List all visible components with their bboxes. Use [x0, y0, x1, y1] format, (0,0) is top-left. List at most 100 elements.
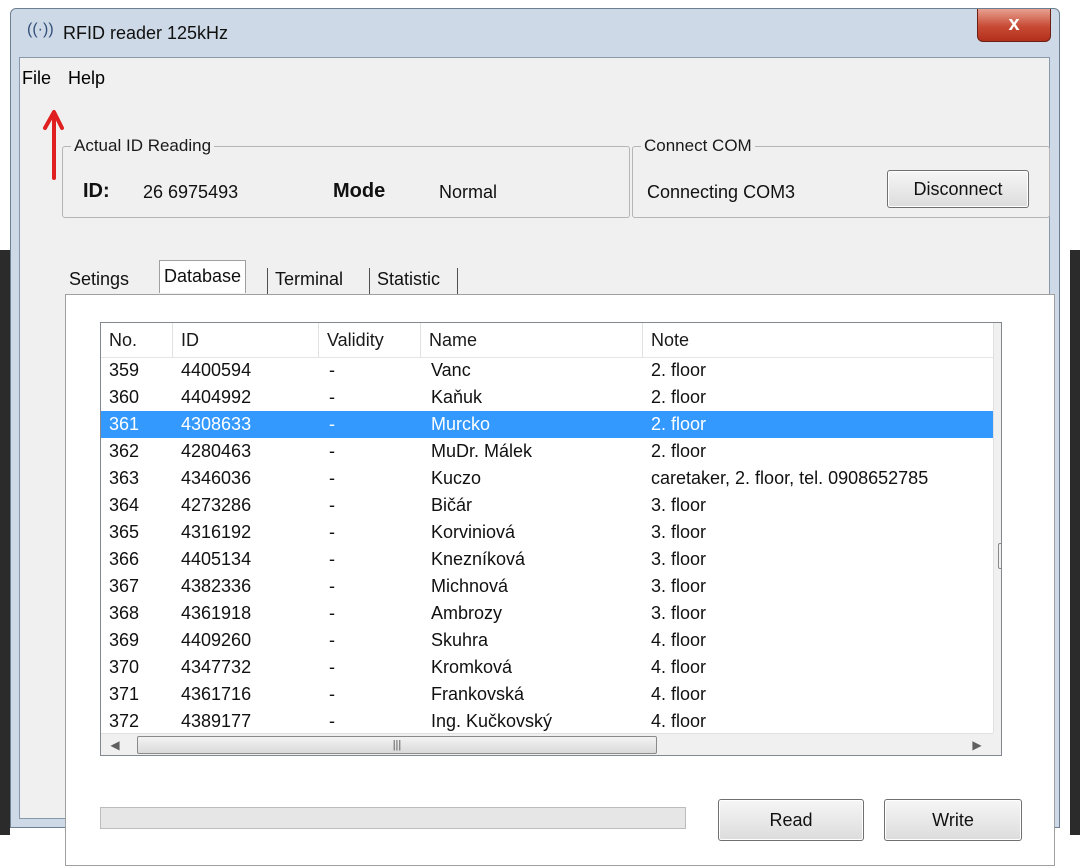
database-list[interactable]: No. ID Validity Name Note 359 4400594 - Van… — [100, 322, 1002, 756]
column-header-validity[interactable]: Validity — [319, 323, 421, 357]
scroll-left-icon[interactable]: ◀ — [105, 735, 125, 755]
column-header-id[interactable]: ID — [173, 323, 319, 357]
database-tab-panel: No. ID Validity Name Note 359 4400594 - Van… — [65, 294, 1055, 866]
cell-name: Michnová — [431, 576, 509, 596]
menu-help[interactable]: Help — [68, 68, 105, 89]
tab-setings[interactable]: Setings — [65, 266, 133, 292]
table-row[interactable]: 360 4404992 - Kaňuk 2. floor — [101, 384, 993, 411]
cell-note: 2. floor — [651, 441, 707, 461]
cell-no: 359 — [109, 360, 140, 380]
cell-name: Kaňuk — [431, 387, 483, 407]
cell-validity: - — [329, 495, 335, 515]
vertical-scroll-thumb[interactable] — [998, 543, 1001, 569]
tab-separator — [457, 268, 458, 294]
cell-validity: - — [329, 711, 335, 731]
com-status: Connecting COM3 — [647, 182, 796, 202]
cell-validity: - — [329, 684, 335, 704]
table-row[interactable]: 372 4389177 - Ing. Kučkovský 4. floor — [101, 708, 993, 735]
cell-validity: - — [329, 657, 335, 677]
cell-no: 366 — [109, 549, 140, 569]
column-header-note[interactable]: Note — [643, 323, 993, 357]
cell-name: Frankovská — [431, 684, 525, 704]
cell-name: Ambrozy — [431, 603, 503, 623]
table-row[interactable]: 371 4361716 - Frankovská 4. floor — [101, 681, 993, 708]
cell-note: 3. floor — [651, 576, 707, 596]
horizontal-scroll-thumb[interactable]: ||| — [137, 736, 657, 754]
column-header-no[interactable]: No. — [101, 323, 173, 357]
cell-validity: - — [329, 414, 335, 434]
tab-terminal[interactable]: Terminal — [271, 266, 347, 292]
window-title: RFID reader 125kHz — [63, 23, 229, 43]
cell-name: Korviniová — [431, 522, 516, 542]
table-row[interactable]: 368 4361918 - Ambrozy 3. floor — [101, 600, 993, 627]
cell-name: Murcko — [431, 414, 491, 434]
scrollbar-corner — [993, 733, 1001, 755]
cell-validity: - — [329, 387, 335, 407]
column-header-name[interactable]: Name — [421, 323, 643, 357]
table-row[interactable]: 359 4400594 - Vanc 2. floor — [101, 357, 993, 384]
cell-validity: - — [329, 549, 335, 569]
cell-no: 365 — [109, 522, 140, 542]
table-row[interactable]: 369 4409260 - Skuhra 4. floor — [101, 627, 993, 654]
cell-id: 4346036 — [181, 468, 252, 488]
tab-database[interactable]: Database — [159, 260, 247, 293]
disconnect-button[interactable]: Disconnect — [887, 170, 1029, 208]
table-row[interactable]: 370 4347732 - Kromková 4. floor — [101, 654, 993, 681]
actual-id-reading-label: Actual ID Reading — [74, 136, 212, 155]
cell-no: 368 — [109, 603, 140, 623]
cell-note: 4. floor — [651, 630, 707, 650]
cell-validity: - — [329, 630, 335, 650]
rfid-reader-icon: ((·)) — [27, 21, 54, 38]
actual-id-reading-group: Actual ID Reading ID: 26 6975493 Mode No… — [62, 136, 630, 218]
cell-note: 4. floor — [651, 711, 707, 731]
cell-note: 4. floor — [651, 684, 707, 704]
tab-strip: Setings Database Terminal Statistic — [65, 260, 485, 294]
title-bar[interactable]: ((·)) RFID reader 125kHz x — [11, 9, 1059, 57]
scroll-up-icon[interactable]: ▲ — [994, 323, 1001, 343]
cell-id: 4308633 — [181, 414, 252, 434]
table-row[interactable]: 365 4316192 - Korviniová 3. floor — [101, 519, 993, 546]
table-row[interactable]: 361 4308633 - Murcko 2. floor — [101, 411, 993, 438]
table-row[interactable]: 363 4346036 - Kuczo caretaker, 2. floor, tel… — [101, 465, 993, 492]
cell-validity: - — [329, 468, 335, 488]
mode-label: Mode — [333, 180, 386, 202]
cell-note: 4. floor — [651, 657, 707, 677]
tab-statistic[interactable]: Statistic — [373, 266, 444, 292]
cell-id: 4404992 — [181, 387, 252, 407]
close-button[interactable]: x — [977, 9, 1051, 42]
cell-note: 2. floor — [651, 360, 707, 380]
tab-separator — [267, 268, 268, 294]
cell-id: 4400594 — [181, 360, 252, 380]
cell-no: 362 — [109, 441, 140, 461]
table-row[interactable]: 367 4382336 - Michnová 3. floor — [101, 573, 993, 600]
id-label: ID: — [83, 180, 110, 202]
cell-name: Skuhra — [431, 630, 489, 650]
cell-no: 372 — [109, 711, 140, 731]
cell-id: 4405134 — [181, 549, 252, 569]
table-row[interactable]: 362 4280463 - MuDr. Málek 2. floor — [101, 438, 993, 465]
cell-validity: - — [329, 603, 335, 623]
horizontal-scrollbar[interactable]: ◀ ||| ▶ — [101, 733, 993, 755]
cell-id: 4361918 — [181, 603, 252, 623]
cell-note: 2. floor — [651, 414, 707, 434]
vertical-scrollbar[interactable]: ▲ ▼ — [993, 323, 1001, 733]
progress-bar — [100, 807, 686, 829]
cell-id: 4273286 — [181, 495, 252, 515]
id-value: 26 6975493 — [143, 182, 239, 202]
mode-value: Normal — [439, 182, 498, 202]
cell-no: 363 — [109, 468, 140, 488]
cell-note: 3. floor — [651, 495, 707, 515]
cell-name: MuDr. Málek — [431, 441, 533, 461]
menu-file[interactable]: File — [22, 68, 51, 89]
background-frame-right — [1070, 250, 1080, 835]
cell-name: Kuczo — [431, 468, 482, 488]
cell-note: 3. floor — [651, 603, 707, 623]
client-area: File Help Actual ID Reading ID: 26 69754… — [19, 57, 1055, 866]
cell-note: caretaker, 2. floor, tel. 0908652785 — [651, 468, 929, 488]
scroll-right-icon[interactable]: ▶ — [967, 735, 987, 755]
connect-com-group: Connect COM Connecting COM3 Disconnect — [632, 136, 1050, 218]
table-row[interactable]: 364 4273286 - Bičár 3. floor — [101, 492, 993, 519]
scroll-down-icon[interactable]: ▼ — [994, 709, 1001, 729]
cell-validity: - — [329, 360, 335, 380]
table-row[interactable]: 366 4405134 - Knezníková 3. floor — [101, 546, 993, 573]
